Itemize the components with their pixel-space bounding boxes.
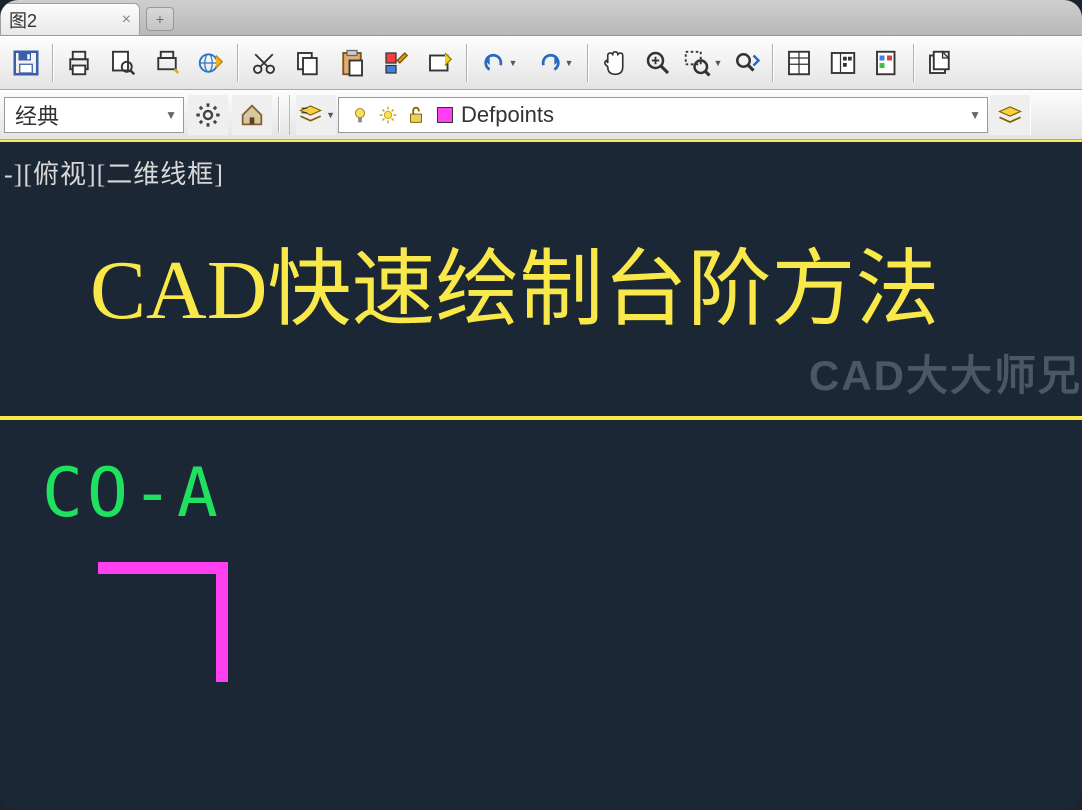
dropdown-icon: ▼ xyxy=(509,58,518,68)
zoom-previous-icon xyxy=(731,48,761,78)
undo-button[interactable]: ▼ xyxy=(471,41,527,85)
block-editor-button[interactable] xyxy=(418,41,462,85)
copy-button[interactable] xyxy=(286,41,330,85)
workspace-selected-label: 经典 xyxy=(15,99,59,131)
layer-selected-label: Defpoints xyxy=(461,102,554,128)
new-tab-button[interactable]: + xyxy=(146,7,174,31)
layer-dropdown[interactable]: Defpoints ▼ xyxy=(338,97,988,133)
plus-icon: + xyxy=(156,11,164,27)
home-button[interactable] xyxy=(232,95,272,135)
copy-icon xyxy=(293,48,323,78)
layers-icon xyxy=(996,101,1024,129)
workspace-settings-button[interactable] xyxy=(188,95,228,135)
floppy-icon xyxy=(11,48,41,78)
tool-palettes-button[interactable] xyxy=(865,41,909,85)
plotter-icon xyxy=(152,48,182,78)
properties-button[interactable] xyxy=(777,41,821,85)
zoom-previous-button[interactable] xyxy=(724,41,768,85)
dropdown-icon: ▼ xyxy=(326,110,335,120)
drawing-title-text: CAD快速绘制台阶方法 xyxy=(90,222,939,343)
scissors-icon xyxy=(249,48,279,78)
dropdown-icon: ▼ xyxy=(565,58,574,68)
document-tab[interactable]: 图2 × xyxy=(0,3,140,35)
step-horizontal-segment xyxy=(98,562,228,574)
chevron-down-icon: ▼ xyxy=(165,108,177,122)
drawing-step-shape xyxy=(98,562,228,574)
design-center-icon xyxy=(828,48,858,78)
toolbar-separator xyxy=(913,44,914,82)
app-window: 图2 × + xyxy=(0,0,1082,810)
command-hint-text: CO-A xyxy=(42,454,222,533)
undo-icon xyxy=(481,48,507,78)
palettes-icon xyxy=(872,48,902,78)
workspace-dropdown[interactable]: 经典 ▼ xyxy=(4,97,184,133)
publish-button[interactable] xyxy=(189,41,233,85)
design-center-button[interactable] xyxy=(821,41,865,85)
zoom-window-icon xyxy=(682,48,712,78)
drawing-canvas[interactable]: -][俯视][二维线框] CAD快速绘制台阶方法 CAD大大师兄 CO-A xyxy=(0,140,1082,810)
paste-button[interactable] xyxy=(330,41,374,85)
sun-icon xyxy=(377,104,399,126)
toolbar-separator xyxy=(466,44,467,82)
layer-panel: ▼ Defpoints ▼ xyxy=(289,95,1031,135)
drawing-yellow-line xyxy=(0,416,1082,420)
match-properties-button[interactable] xyxy=(374,41,418,85)
zoom-window-button[interactable]: ▼ xyxy=(680,41,724,85)
toolbar-separator xyxy=(237,44,238,82)
printer-icon xyxy=(64,48,94,78)
globe-arrow-icon xyxy=(196,48,226,78)
sheet-set-button[interactable] xyxy=(918,41,962,85)
close-tab-icon[interactable]: × xyxy=(122,11,131,29)
properties-icon xyxy=(784,48,814,78)
layer-state-icons xyxy=(349,104,427,126)
redo-icon xyxy=(537,48,563,78)
viewport-controls-label[interactable]: -][俯视][二维线框] xyxy=(4,154,224,191)
layer-color-swatch xyxy=(437,107,453,123)
gear-icon xyxy=(194,101,222,129)
dropdown-icon: ▼ xyxy=(714,58,723,68)
zoom-icon xyxy=(643,48,673,78)
cut-button[interactable] xyxy=(242,41,286,85)
watermark-text: CAD大大师兄 xyxy=(809,342,1082,403)
chevron-down-icon: ▼ xyxy=(969,108,981,122)
layer-states-button[interactable] xyxy=(990,95,1030,135)
save-button[interactable] xyxy=(4,41,48,85)
paintbrush-icon xyxy=(381,48,411,78)
step-vertical-segment xyxy=(216,562,228,682)
sheets-icon xyxy=(925,48,955,78)
redo-button[interactable]: ▼ xyxy=(527,41,583,85)
layer-properties-button[interactable]: ▼ xyxy=(296,95,336,135)
document-tab-bar: 图2 × + xyxy=(0,0,1082,36)
document-tab-label: 图2 xyxy=(9,7,37,33)
toolbar-separator xyxy=(278,97,279,133)
print-preview-icon xyxy=(108,48,138,78)
house-icon xyxy=(238,101,266,129)
lightbulb-on-icon xyxy=(349,104,371,126)
toolbar-separator xyxy=(52,44,53,82)
print-button[interactable] xyxy=(57,41,101,85)
workspace-layer-toolbar: 经典 ▼ ▼ Defpoints ▼ xyxy=(0,90,1082,140)
pan-button[interactable] xyxy=(592,41,636,85)
main-toolbar: ▼ ▼ ▼ xyxy=(0,36,1082,90)
toolbar-separator xyxy=(772,44,773,82)
plot-button[interactable] xyxy=(145,41,189,85)
toolbar-separator xyxy=(587,44,588,82)
zoom-realtime-button[interactable] xyxy=(636,41,680,85)
lock-open-icon xyxy=(405,104,427,126)
layer-stack-icon xyxy=(297,101,324,129)
hand-icon xyxy=(599,48,629,78)
block-icon xyxy=(425,48,455,78)
clipboard-icon xyxy=(337,48,367,78)
print-preview-button[interactable] xyxy=(101,41,145,85)
